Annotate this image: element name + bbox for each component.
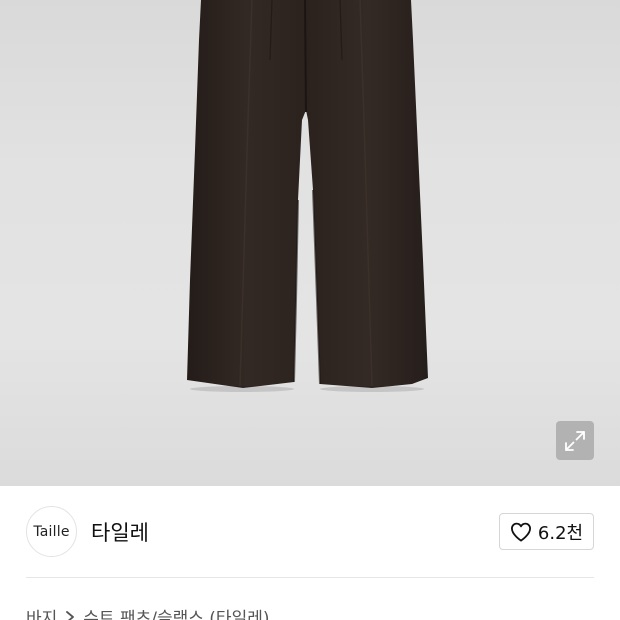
like-button[interactable]: 6.2천 [499,513,594,550]
divider [26,577,594,578]
breadcrumb: 바지 슈트 팬츠/슬랙스 (타일레) [26,604,269,620]
shop-name[interactable]: 타일레 [91,517,149,547]
chevron-right-icon [66,610,75,620]
expand-image-button[interactable] [556,421,594,460]
shop-logo[interactable]: Taille [26,506,77,557]
shop-logo-text: Taille [33,523,70,540]
pants-image [187,0,428,392]
shop-info-row: Taille 타일레 6.2천 [0,486,620,578]
like-count: 6.2천 [537,522,584,544]
heart-outline-icon [510,522,531,542]
breadcrumb-subcategory[interactable]: 슈트 팬츠/슬랙스 (타일레) [83,604,269,620]
product-detail-screen: Taille 타일레 6.2천 바지 슈트 팬츠/슬랙스 (타일레) [0,0,620,620]
expand-arrows-icon [565,430,585,451]
breadcrumb-category[interactable]: 바지 [26,604,57,620]
product-image[interactable] [0,0,620,486]
